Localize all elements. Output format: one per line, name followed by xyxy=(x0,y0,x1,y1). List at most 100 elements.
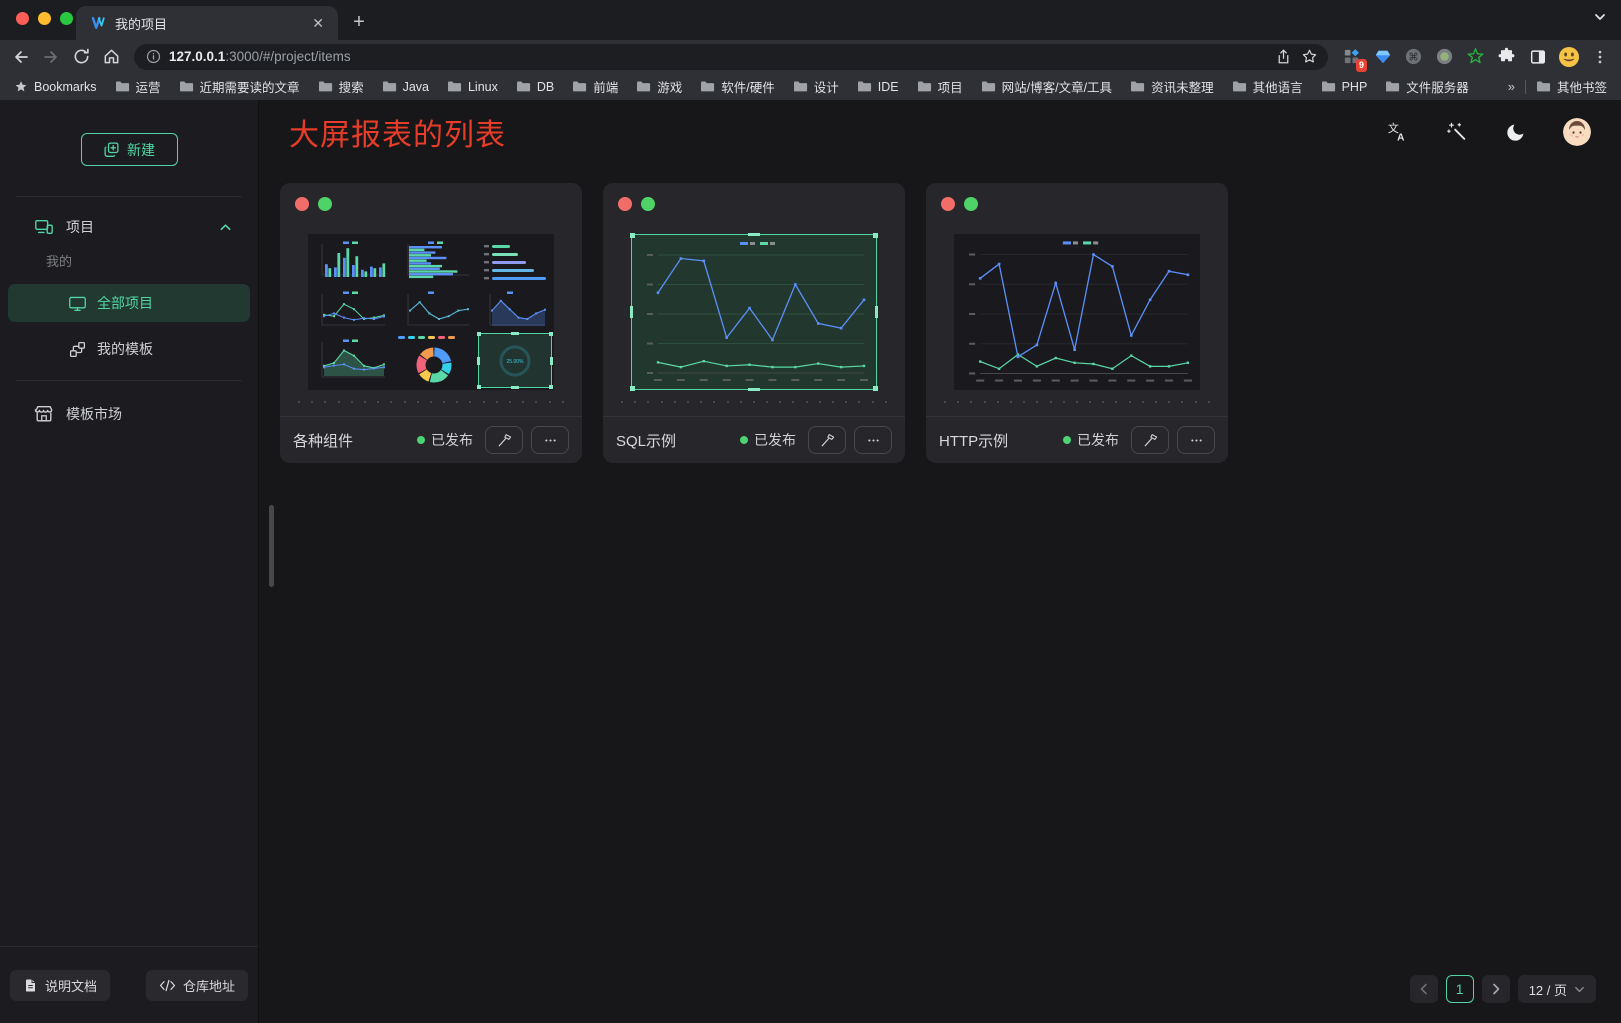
forward-icon[interactable] xyxy=(36,42,66,72)
bookmark-folder[interactable]: Linux xyxy=(447,80,498,94)
bookmark-folder[interactable]: Java xyxy=(382,80,429,94)
reload-icon[interactable] xyxy=(66,42,96,72)
browser-toolbar: 127.0.0.1:3000/#/project/items 9 ⌘ xyxy=(0,40,1621,73)
home-icon[interactable] xyxy=(96,42,126,72)
back-icon[interactable] xyxy=(6,42,36,72)
edit-button[interactable] xyxy=(485,426,523,454)
user-avatar[interactable] xyxy=(1563,118,1591,146)
sidebar-divider xyxy=(16,196,242,197)
edit-button[interactable] xyxy=(808,426,846,454)
grid-diamond-extension-icon[interactable]: 9 xyxy=(1338,43,1365,70)
command-extension-icon[interactable]: ⌘ xyxy=(1400,43,1427,70)
document-icon xyxy=(23,978,38,993)
prev-page-button[interactable] xyxy=(1410,975,1438,1003)
bookmark-folder[interactable]: 其他语言 xyxy=(1232,77,1303,96)
record-dot-extension-icon[interactable] xyxy=(1431,43,1458,70)
more-button[interactable] xyxy=(854,426,892,454)
close-window-button[interactable] xyxy=(16,12,29,25)
bookmark-folder[interactable]: 设计 xyxy=(793,77,839,96)
bookmark-folder-label: Linux xyxy=(468,80,498,94)
more-button[interactable] xyxy=(1177,426,1215,454)
star-icon xyxy=(14,80,28,94)
repo-button[interactable]: 仓库地址 xyxy=(146,970,248,1001)
new-tab-button[interactable]: + xyxy=(344,7,374,37)
bookmark-folder[interactable]: 文件服务器 xyxy=(1385,77,1469,96)
card-decoration-dots xyxy=(280,183,582,211)
bookmarks-overflow-chevron[interactable]: » xyxy=(1508,79,1515,94)
bookmark-folder[interactable]: 资讯未整理 xyxy=(1130,77,1214,96)
current-page-button[interactable]: 1 xyxy=(1446,975,1474,1003)
url-text: 127.0.0.1:3000/#/project/items xyxy=(169,49,1270,64)
zoom-window-button[interactable] xyxy=(60,12,73,25)
menu-kebab-icon[interactable] xyxy=(1586,43,1613,70)
project-thumbnail[interactable] xyxy=(954,234,1200,390)
bookmark-folder[interactable]: IDE xyxy=(857,80,899,94)
bookmark-star-icon[interactable] xyxy=(1296,44,1322,70)
bookmark-folder-label: 软件/硬件 xyxy=(721,77,774,96)
puzzle-extensions-icon[interactable] xyxy=(1493,43,1520,70)
docs-button[interactable]: 说明文档 xyxy=(10,970,110,1001)
project-title: 各种组件 xyxy=(293,430,409,451)
folder-icon xyxy=(447,80,462,93)
new-project-button[interactable]: 新建 xyxy=(81,133,178,166)
sidebar-item-my-templates[interactable]: 我的模板 xyxy=(8,330,250,368)
project-card[interactable]: 25.00% 各种组件 已发布 xyxy=(280,183,582,463)
project-card[interactable]: SQL示例 已发布 xyxy=(603,183,905,463)
sidebar-section-project[interactable]: 项目 xyxy=(0,205,258,249)
chevron-down-icon xyxy=(1574,984,1585,995)
status-label: 已发布 xyxy=(754,430,796,450)
minimize-window-button[interactable] xyxy=(38,12,51,25)
bookmark-folder[interactable]: 游戏 xyxy=(636,77,682,96)
folder-icon xyxy=(115,80,130,93)
bookmark-folder[interactable]: 前端 xyxy=(572,77,618,96)
next-page-button[interactable] xyxy=(1482,975,1510,1003)
main-content: 大屏报表的列表 文A 25.00% 各种组件 xyxy=(259,100,1621,1023)
site-info-icon[interactable] xyxy=(146,49,161,64)
tab-search-chevron-icon[interactable] xyxy=(1593,10,1607,24)
bookmark-folder[interactable]: 网站/博客/文章/工具 xyxy=(981,77,1112,96)
selection-box xyxy=(478,333,552,388)
project-card[interactable]: HTTP示例 已发布 xyxy=(926,183,1228,463)
bookmark-folder[interactable]: 搜索 xyxy=(318,77,364,96)
project-thumbnail[interactable] xyxy=(631,234,877,390)
bookmark-folder[interactable]: 运营 xyxy=(115,77,161,96)
other-bookmarks-label: 其他书签 xyxy=(1557,77,1607,96)
magic-wand-icon[interactable] xyxy=(1446,121,1468,143)
browser-chrome: 我的项目 ✕ + 127.0.0.1:3000/#/project/items … xyxy=(0,0,1621,100)
template-flow-icon xyxy=(68,340,87,359)
bookmark-folder[interactable]: 软件/硬件 xyxy=(700,77,774,96)
project-title: SQL示例 xyxy=(616,430,732,451)
side-panel-icon[interactable] xyxy=(1524,43,1551,70)
share-icon[interactable] xyxy=(1270,44,1296,70)
browser-tab[interactable]: 我的项目 ✕ xyxy=(76,6,338,40)
section-project-label: 项目 xyxy=(66,217,94,237)
gem-extension-icon[interactable] xyxy=(1369,43,1396,70)
project-thumbnail[interactable]: 25.00% xyxy=(308,234,554,390)
other-bookmarks-folder[interactable]: 其他书签 xyxy=(1536,77,1607,96)
sidebar-item-all-projects[interactable]: 全部项目 xyxy=(8,284,250,322)
page-title: 大屏报表的列表 xyxy=(289,110,506,154)
language-icon[interactable]: 文A xyxy=(1387,121,1409,143)
bookmark-folder[interactable]: DB xyxy=(516,80,554,94)
green-star-extension-icon[interactable] xyxy=(1462,43,1489,70)
bookmarks-manager-item[interactable]: Bookmarks xyxy=(14,80,97,94)
svg-text:A: A xyxy=(1397,132,1405,143)
bookmark-folder-label: 文件服务器 xyxy=(1406,77,1469,96)
bookmark-folder[interactable]: 近期需要读的文章 xyxy=(179,77,300,96)
scrollbar-thumb[interactable] xyxy=(269,505,274,587)
bookmark-folder-label: 资讯未整理 xyxy=(1151,77,1214,96)
dark-mode-moon-icon[interactable] xyxy=(1505,122,1526,143)
cards-row: 25.00% 各种组件 已发布 SQL示例 已发布 xyxy=(280,183,1228,463)
bookmark-folder-label: Java xyxy=(403,80,429,94)
profile-avatar-icon[interactable] xyxy=(1555,43,1582,70)
page-size-select[interactable]: 12 / 页 xyxy=(1518,975,1596,1003)
tab-close-icon[interactable]: ✕ xyxy=(308,14,328,32)
bookmark-folder[interactable]: PHP xyxy=(1321,80,1368,94)
bookmark-folder-label: 搜索 xyxy=(339,77,364,96)
bookmark-folder[interactable]: 项目 xyxy=(917,77,963,96)
sidebar-item-template-market[interactable]: 模板市场 xyxy=(8,393,250,435)
address-bar[interactable]: 127.0.0.1:3000/#/project/items xyxy=(134,44,1328,70)
more-button[interactable] xyxy=(531,426,569,454)
chevron-up-icon[interactable] xyxy=(219,221,232,234)
edit-button[interactable] xyxy=(1131,426,1169,454)
